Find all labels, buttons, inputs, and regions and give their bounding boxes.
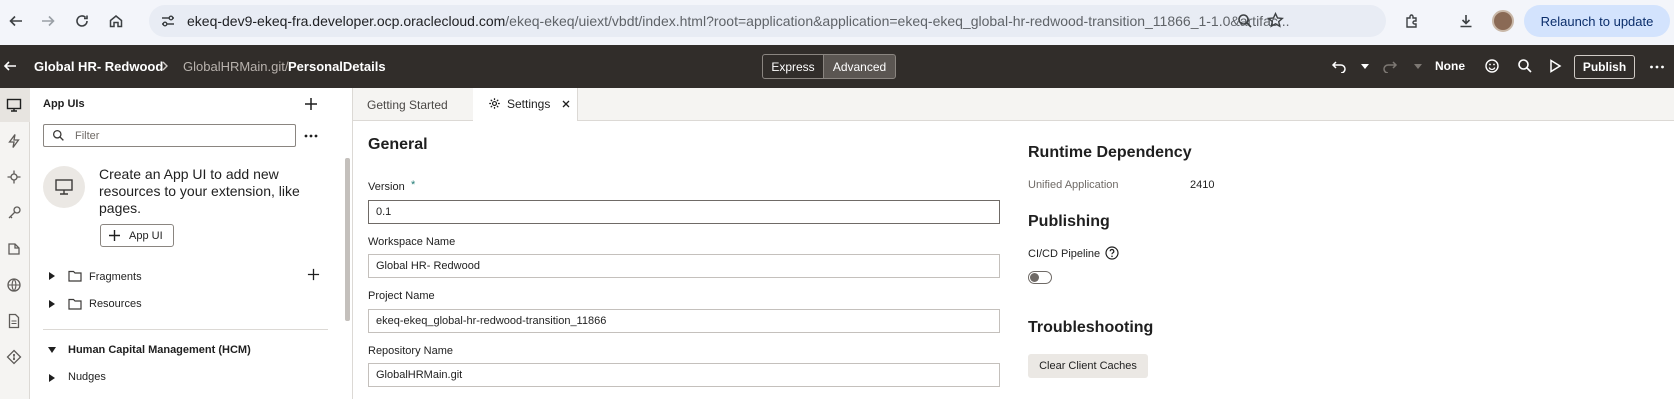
play-icon[interactable] xyxy=(1547,58,1563,74)
expand-chevron-icon[interactable] xyxy=(49,272,55,280)
toggle-knob xyxy=(1030,273,1039,282)
zoom-search-icon[interactable] xyxy=(1237,13,1253,29)
publishing-heading: Publishing xyxy=(1028,213,1110,230)
profile-avatar[interactable] xyxy=(1492,10,1514,32)
more-menu-icon[interactable] xyxy=(1649,59,1665,75)
home-icon[interactable] xyxy=(102,7,130,35)
project-name-field[interactable]: ekeq-ekeq_global-hr-redwood-transition_1… xyxy=(368,309,1000,333)
downloads-icon[interactable] xyxy=(1452,7,1480,35)
components-icon[interactable] xyxy=(6,241,22,257)
troubleshooting-heading: Troubleshooting xyxy=(1028,319,1154,336)
project-name-value: ekeq-ekeq_global-hr-redwood-transition_1… xyxy=(376,315,607,327)
document-icon[interactable] xyxy=(6,313,22,329)
expand-chevron-icon[interactable] xyxy=(49,374,55,382)
help-icon[interactable] xyxy=(1105,246,1119,260)
project-name-label: Project Name xyxy=(368,290,435,302)
collapse-chevron-icon[interactable] xyxy=(48,347,56,353)
app-header: Global HR- Redwood GlobalHRMain.git/ Per… xyxy=(0,45,1674,88)
repository-name-label: Repository Name xyxy=(368,345,453,357)
workspace-name-value: Global HR- Redwood xyxy=(376,260,480,272)
add-icon[interactable] xyxy=(304,97,318,111)
repository-name-value: GlobalHRMain.git xyxy=(376,369,463,381)
mode-advanced-button[interactable]: Advanced xyxy=(823,54,896,79)
browser-toolbar: ekeq-dev9-ekeq-fra.developer.ocp.oraclec… xyxy=(0,0,1674,45)
events-bolt-icon[interactable] xyxy=(6,133,22,149)
expand-chevron-icon[interactable] xyxy=(49,300,55,308)
git-icon[interactable] xyxy=(6,349,22,365)
search-icon xyxy=(52,129,65,142)
forward-arrow-icon[interactable] xyxy=(34,7,62,35)
services-icon[interactable] xyxy=(6,169,22,185)
app-uis-navigator: App UIs Filter Create an App UI to add n… xyxy=(30,88,353,399)
app-name[interactable]: Global HR- Redwood xyxy=(34,59,163,74)
breadcrumb-repo[interactable]: GlobalHRMain.git/ xyxy=(183,59,289,74)
tree-item-nudges[interactable]: Nudges xyxy=(68,371,106,383)
site-info-icon[interactable] xyxy=(160,13,176,29)
tab-settings[interactable]: Settings xyxy=(473,88,577,121)
add-fragment-icon[interactable] xyxy=(307,268,320,281)
app-ui-placeholder-icon xyxy=(43,166,85,208)
cicd-pipeline-label: CI/CD Pipeline xyxy=(1028,248,1101,260)
navigator-title: App UIs xyxy=(43,98,85,110)
tree-item-resources[interactable]: Resources xyxy=(89,298,142,310)
none-selector[interactable]: None xyxy=(1435,59,1465,73)
tree-item-fragments[interactable]: Fragments xyxy=(89,271,142,283)
editor-tabs: Getting Started Settings xyxy=(353,88,1674,121)
key-icon[interactable] xyxy=(6,205,22,221)
folder-icon xyxy=(68,270,82,282)
version-label: Version xyxy=(368,181,405,193)
unified-application-label: Unified Application xyxy=(1028,179,1119,191)
tab-getting-started[interactable]: Getting Started xyxy=(367,88,448,121)
add-app-ui-button[interactable]: App UI xyxy=(100,224,174,247)
version-field[interactable]: 0.1 xyxy=(368,200,1000,224)
bookmark-star-icon[interactable] xyxy=(1267,12,1284,29)
filter-input[interactable]: Filter xyxy=(43,124,296,147)
cicd-pipeline-toggle[interactable] xyxy=(1028,271,1052,284)
back-arrow-icon[interactable] xyxy=(2,58,18,74)
address-bar[interactable]: ekeq-dev9-ekeq-fra.developer.ocp.oraclec… xyxy=(149,5,1386,37)
divider xyxy=(43,329,328,330)
app-uis-icon[interactable] xyxy=(6,97,22,113)
general-heading: General xyxy=(368,136,428,153)
url-text: ekeq-dev9-ekeq-fra.developer.ocp.oraclec… xyxy=(187,13,1290,29)
undo-icon[interactable] xyxy=(1331,59,1347,73)
url-path: /ekeq-ekeq/uiext/vbdt/index.html?root=ap… xyxy=(505,13,1290,29)
reload-icon[interactable] xyxy=(68,7,96,35)
clear-client-caches-button[interactable]: Clear Client Caches xyxy=(1028,354,1148,378)
workspace-name-field[interactable]: Global HR- Redwood xyxy=(368,254,1000,278)
add-app-ui-label: App UI xyxy=(129,230,163,242)
required-indicator: * xyxy=(411,179,416,191)
navigator-scrollbar[interactable] xyxy=(345,158,350,321)
breadcrumb-page: PersonalDetails xyxy=(288,59,386,74)
filter-placeholder: Filter xyxy=(75,130,100,142)
mode-express-button[interactable]: Express xyxy=(762,54,824,79)
runtime-dependency-heading: Runtime Dependency xyxy=(1028,144,1192,161)
more-options-icon[interactable] xyxy=(304,134,318,138)
repository-name-field[interactable]: GlobalHRMain.git xyxy=(368,363,1000,387)
search-icon[interactable] xyxy=(1517,58,1533,74)
relaunch-update-button[interactable]: Relaunch to update xyxy=(1524,5,1670,37)
redo-icon[interactable] xyxy=(1382,59,1398,73)
unified-application-value: 2410 xyxy=(1190,179,1215,191)
tab-divider xyxy=(577,88,578,121)
back-arrow-icon[interactable] xyxy=(2,7,30,35)
left-rail xyxy=(0,88,30,399)
publish-button[interactable]: Publish xyxy=(1574,55,1635,79)
folder-icon xyxy=(68,298,82,310)
close-tab-icon[interactable] xyxy=(562,100,570,108)
redo-dropdown-icon[interactable] xyxy=(1414,64,1422,69)
plus-icon xyxy=(109,230,120,241)
tree-group-hcm[interactable]: Human Capital Management (HCM) xyxy=(68,344,251,356)
globe-icon[interactable] xyxy=(6,277,22,293)
empty-state-message: Create an App UI to add new resources to… xyxy=(99,166,300,216)
url-domain: ekeq-dev9-ekeq-fra.developer.ocp.oraclec… xyxy=(187,13,506,29)
workspace-name-label: Workspace Name xyxy=(368,236,456,248)
tab-settings-label: Settings xyxy=(507,96,551,111)
version-value: 0.1 xyxy=(376,206,392,218)
extensions-icon[interactable] xyxy=(1398,7,1426,35)
undo-dropdown-icon[interactable] xyxy=(1361,64,1369,69)
smiley-icon[interactable] xyxy=(1484,58,1500,74)
chevron-right-icon xyxy=(160,60,170,72)
gear-icon xyxy=(488,97,501,110)
